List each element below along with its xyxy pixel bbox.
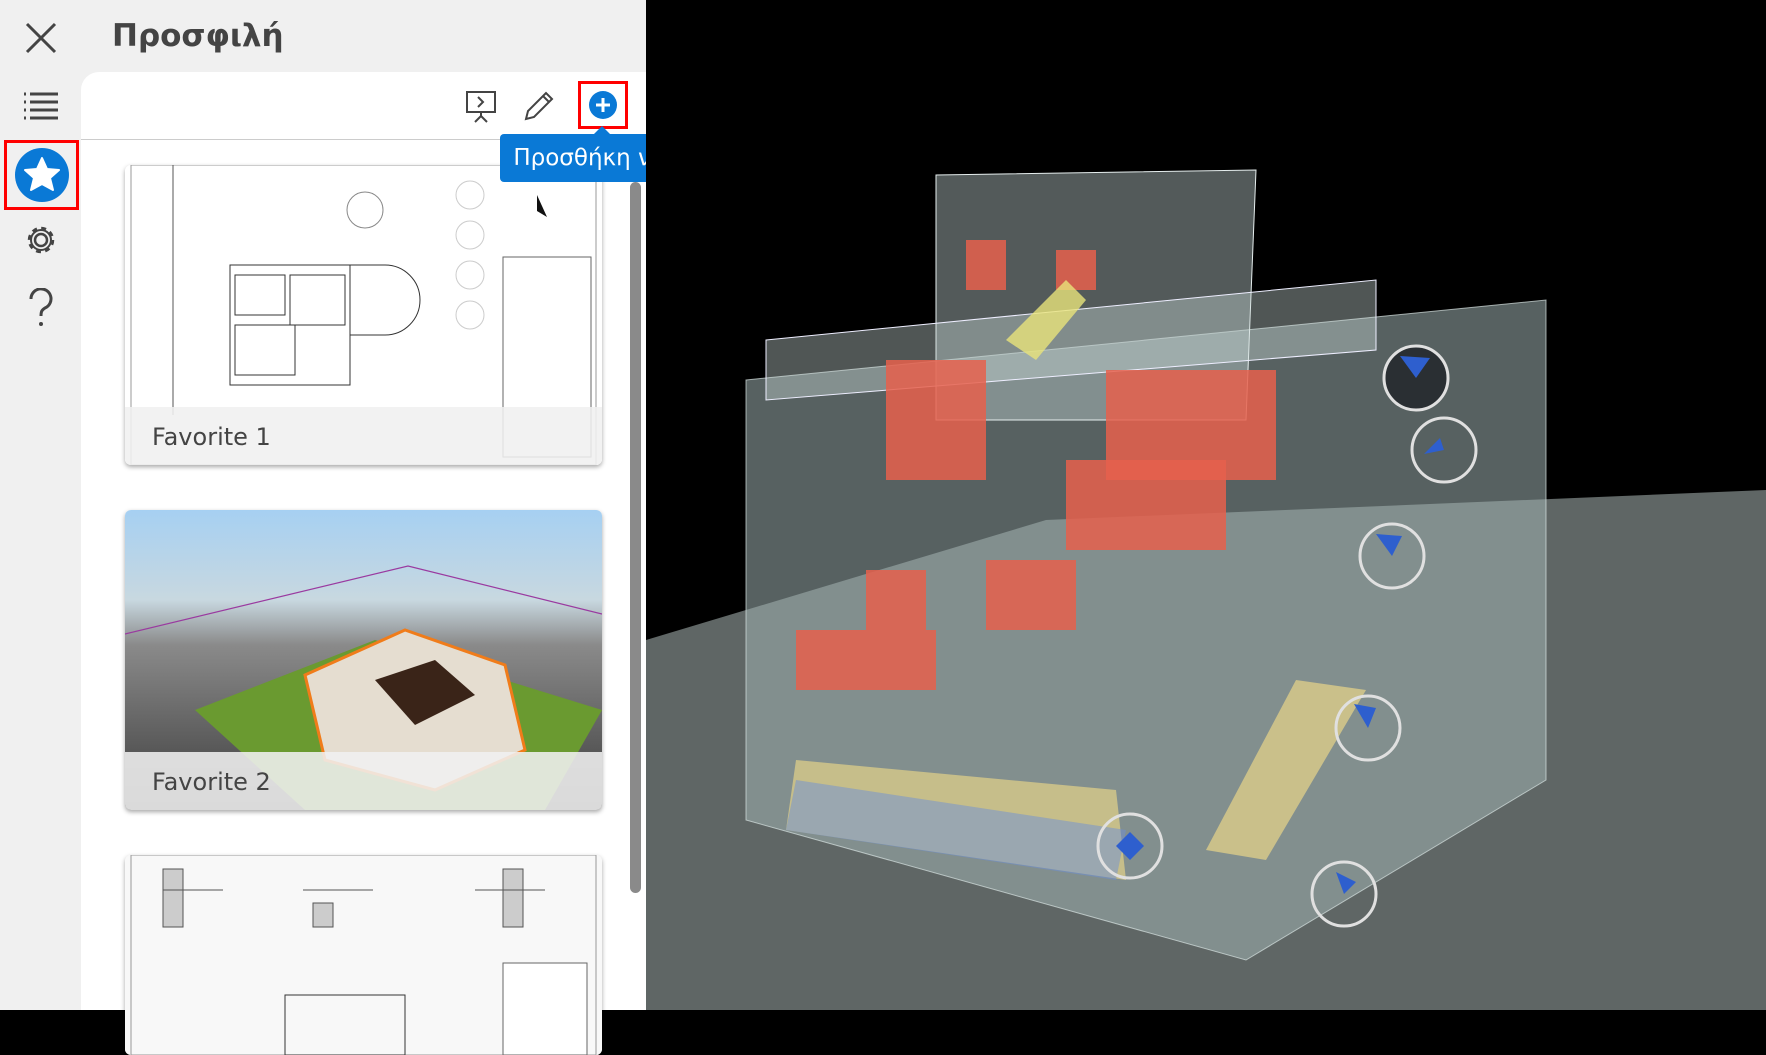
help-icon xyxy=(29,288,53,326)
favorites-panel: Προσφιλή Favorite 1 Favorite 2 Προσθήκη … xyxy=(0,0,704,1055)
favorite-label: Favorite 1 xyxy=(125,407,602,465)
favorites-button[interactable] xyxy=(4,140,79,210)
list-icon xyxy=(24,92,58,120)
side-rail xyxy=(0,0,80,1010)
page-title: Προσφιλή xyxy=(112,18,284,54)
plus-circle-icon xyxy=(589,91,617,119)
favorites-list: Favorite 1 Favorite 2 xyxy=(81,72,646,1055)
add-favorite-button[interactable] xyxy=(578,81,628,129)
star-icon xyxy=(14,148,69,202)
close-button[interactable] xyxy=(4,6,78,70)
list-button[interactable] xyxy=(4,74,78,138)
favorite-card-1[interactable]: Favorite 1 xyxy=(125,165,602,465)
favorite-card-2[interactable]: Favorite 2 xyxy=(125,510,602,810)
present-button[interactable] xyxy=(459,84,503,128)
close-icon xyxy=(25,22,57,54)
favorite-card-3[interactable] xyxy=(125,855,602,1055)
presentation-icon xyxy=(466,91,496,123)
help-button[interactable] xyxy=(4,276,78,340)
detail-drawing-thumbnail xyxy=(125,855,602,1055)
toolbar xyxy=(81,72,646,140)
list-scrollbar[interactable] xyxy=(630,182,641,893)
settings-button[interactable] xyxy=(4,208,78,272)
pencil-icon xyxy=(524,91,554,121)
gear-icon xyxy=(27,226,55,254)
edit-button[interactable] xyxy=(517,84,561,128)
favorite-label: Favorite 2 xyxy=(125,752,602,810)
building-model xyxy=(646,169,1766,1010)
3d-viewport[interactable] xyxy=(646,0,1766,1010)
